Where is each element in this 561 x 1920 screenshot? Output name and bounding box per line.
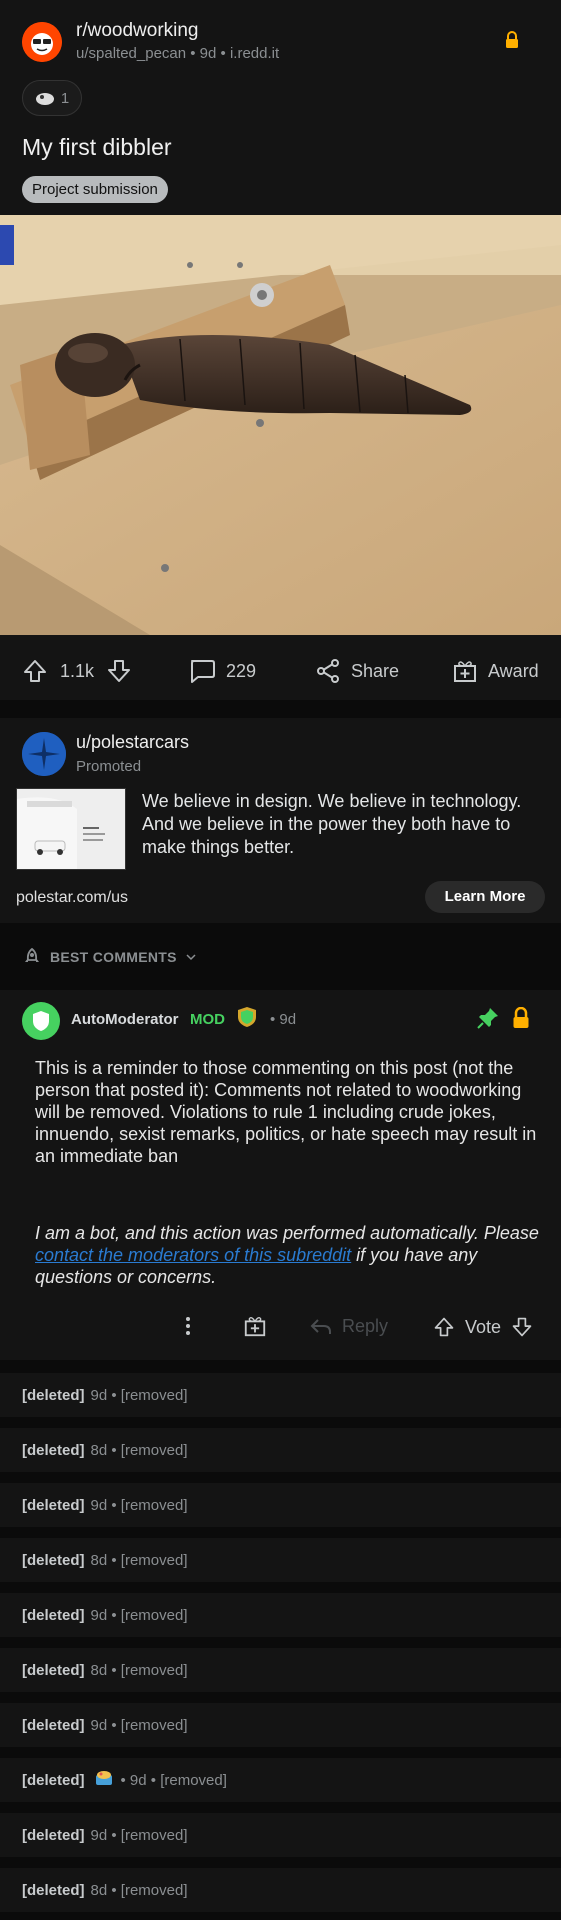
award-icon: [35, 93, 54, 105]
comment-body: This is a reminder to those commenting o…: [35, 1058, 537, 1166]
deleted-comment[interactable]: [deleted] 8d • [removed]: [0, 1538, 561, 1582]
gift-icon: [244, 1317, 266, 1337]
bot-notice: I am a bot, and this action was performe…: [35, 1222, 545, 1288]
user-award-icon: [93, 1769, 115, 1791]
share-label: Share: [351, 660, 400, 681]
comment-meta: 8d • [removed]: [90, 1881, 188, 1899]
chevron-down-icon: [186, 954, 196, 961]
automod-avatar[interactable]: [22, 1002, 60, 1040]
comment-meta: 9d • [removed]: [90, 1826, 188, 1844]
comment-meta: 8d • [removed]: [90, 1661, 188, 1679]
upvote-count: 1.1k: [60, 660, 95, 681]
award-label: Award: [488, 660, 539, 681]
post-header: r/woodworking u/spalted_pecan • 9d • i.r…: [22, 20, 279, 64]
comment-author: [deleted]: [22, 1606, 85, 1624]
comment-author: [deleted]: [22, 1441, 85, 1459]
deleted-comment[interactable]: [deleted] 9d • [removed]: [0, 1813, 561, 1857]
comment-author: [deleted]: [22, 1386, 85, 1404]
comment-author: [deleted]: [22, 1716, 85, 1734]
deleted-comment[interactable]: [deleted] 9d • [removed]: [0, 1593, 561, 1637]
lock-icon: [505, 31, 519, 54]
promoted-label: Promoted: [76, 758, 142, 775]
post-author-line: u/spalted_pecan • 9d • i.redd.it: [76, 45, 280, 62]
deleted-comment[interactable]: [deleted] 8d • [removed]: [0, 1428, 561, 1472]
more-options-button[interactable]: [183, 1314, 193, 1338]
promoted-post[interactable]: u/polestarcars Promoted We believe in de…: [0, 718, 561, 923]
learn-more-button[interactable]: Learn More: [425, 881, 545, 913]
post-actions: 1.1k 229 Share Award: [0, 640, 561, 700]
comment-meta: 9d • [removed]: [90, 1606, 188, 1624]
deleted-comment[interactable]: [deleted] 8d • [removed]: [0, 1648, 561, 1692]
comment-meta: 9d • [removed]: [90, 1496, 188, 1514]
comment-count: 229: [226, 660, 257, 681]
bot-notice-text: I am a bot, and this action was performe…: [35, 1223, 539, 1243]
mod-shield-icon: [236, 1006, 258, 1033]
share-button[interactable]: Share: [315, 658, 399, 684]
award-count: 1: [60, 89, 70, 107]
upvote-icon[interactable]: [433, 1316, 455, 1338]
comments-button[interactable]: 229: [188, 658, 256, 684]
comment-icon: [191, 660, 215, 683]
award-comment-button[interactable]: [243, 1314, 267, 1338]
downvote-icon[interactable]: [511, 1316, 533, 1338]
award-button[interactable]: Award: [452, 658, 539, 684]
ad-url[interactable]: polestar.com/us: [16, 889, 128, 907]
post-card: r/woodworking u/spalted_pecan • 9d • i.r…: [0, 0, 561, 700]
mod-badge: MOD: [190, 1011, 225, 1028]
deleted-comment[interactable]: [deleted] 9d • [removed]: [0, 1373, 561, 1417]
sort-label: BEST COMMENTS: [50, 949, 177, 965]
vote-group: 1.1k: [22, 658, 132, 684]
advertiser-avatar[interactable]: [22, 732, 66, 776]
contact-mods-link[interactable]: contact the moderators of this subreddit: [35, 1245, 351, 1265]
comment-meta: 8d • [removed]: [90, 1551, 188, 1569]
lock-icon: [512, 1006, 530, 1034]
award-pill[interactable]: 1: [22, 80, 82, 116]
comment-actions: Reply Vote: [0, 1308, 561, 1348]
post-meta: r/woodworking u/spalted_pecan • 9d • i.r…: [76, 20, 279, 64]
comment-author: [deleted]: [22, 1881, 85, 1899]
comment-author[interactable]: AutoModerator: [71, 1011, 179, 1028]
reply-label: Reply: [342, 1316, 389, 1336]
ad-copy: We believe in design. We believe in tech…: [142, 791, 522, 857]
ad-thumbnail[interactable]: [16, 788, 126, 870]
rocket-icon: [25, 947, 39, 962]
subreddit-name[interactable]: r/woodworking: [76, 20, 279, 42]
comment-author: [deleted]: [22, 1551, 85, 1569]
comment-meta: 9d • [removed]: [90, 1716, 188, 1734]
gift-icon: [454, 661, 476, 682]
comment-vote-group: Vote: [433, 1316, 533, 1338]
advertiser-name[interactable]: u/polestarcars: [76, 732, 189, 753]
post-title: My first dibbler: [22, 134, 172, 160]
deleted-comment[interactable]: [deleted] • 9d • [removed]: [0, 1758, 561, 1802]
upvote-icon[interactable]: [22, 658, 48, 684]
comment-author: [deleted]: [22, 1826, 85, 1844]
reply-icon: [310, 1318, 331, 1334]
subreddit-avatar[interactable]: [22, 22, 62, 62]
comment-author: [deleted]: [22, 1496, 85, 1514]
comment-meta: 8d • [removed]: [90, 1441, 188, 1459]
comment-time: • 9d: [270, 1011, 297, 1028]
vote-label: Vote: [465, 1316, 502, 1337]
mod-comment: AutoModerator MOD • 9d This is a reminde…: [0, 990, 561, 1360]
comment-meta: 9d • [removed]: [90, 1386, 188, 1404]
post-flair[interactable]: Project submission: [22, 176, 168, 203]
comment-author: [deleted]: [22, 1661, 85, 1679]
share-icon: [317, 659, 339, 683]
downvote-icon[interactable]: [106, 658, 132, 684]
comment-sort[interactable]: BEST COMMENTS: [0, 940, 561, 974]
reply-button[interactable]: Reply: [310, 1316, 388, 1337]
comment-author: [deleted]: [22, 1771, 85, 1789]
more-vertical-icon: [186, 1317, 190, 1335]
deleted-comment[interactable]: [deleted] 9d • [removed]: [0, 1483, 561, 1527]
post-image[interactable]: [0, 215, 561, 635]
deleted-comment[interactable]: [deleted] 9d • [removed]: [0, 1703, 561, 1747]
pin-icon: [476, 1006, 500, 1035]
deleted-comment[interactable]: [deleted] 8d • [removed]: [0, 1868, 561, 1912]
comment-meta: • 9d • [removed]: [120, 1771, 227, 1789]
